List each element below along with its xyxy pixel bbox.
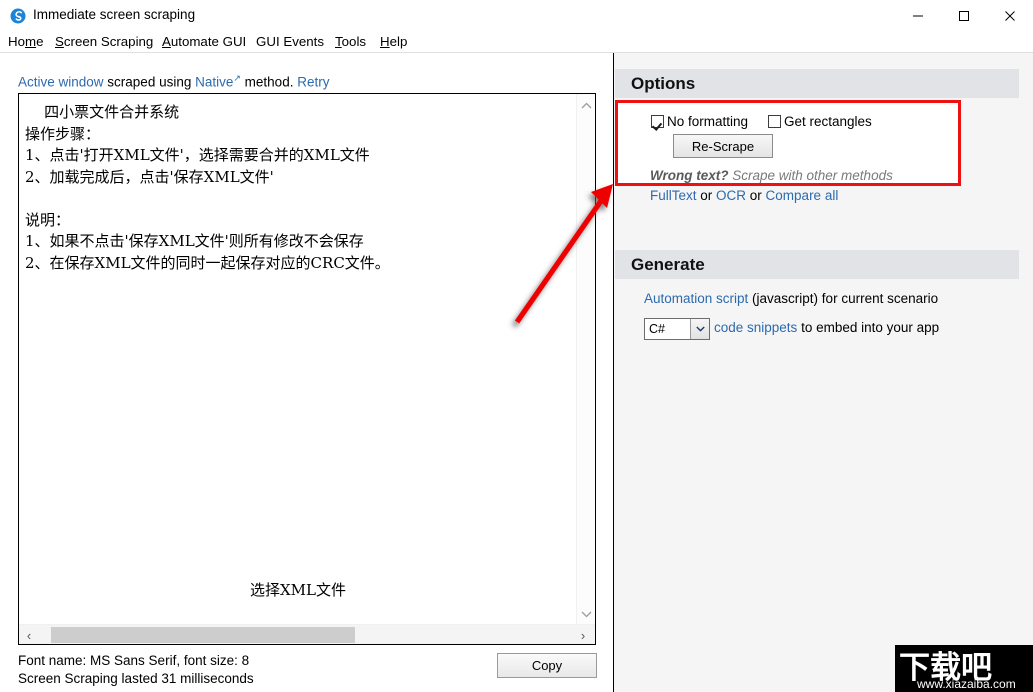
language-select-value: C#	[649, 322, 665, 336]
menu-label-pre: Ho	[8, 34, 25, 49]
menu-label-post: elp	[389, 34, 408, 49]
menu-accel: A	[162, 34, 171, 49]
duration-status: Screen Scraping lasted 31 milliseconds	[18, 671, 254, 686]
chevron-up-icon[interactable]	[577, 96, 595, 114]
automation-script-link[interactable]: Automation script	[644, 291, 748, 306]
wrong-text-hint: Wrong text? Scrape with other methods	[650, 168, 893, 183]
code-snippets-row: code snippets to embed into your app	[714, 320, 939, 335]
options-generate-pane: Options No formatting Get rectangles Re-…	[614, 53, 1033, 692]
scroll-right-icon[interactable]: ›	[573, 625, 593, 644]
automation-script-rest: (javascript) for current scenario	[748, 291, 939, 306]
window-titlebar: Immediate screen scraping	[0, 0, 1033, 31]
menu-label-post: e	[36, 34, 44, 49]
menu-accel: S	[55, 34, 64, 49]
app-logo-icon	[10, 8, 26, 24]
language-select[interactable]: C#	[644, 318, 710, 340]
active-window-link[interactable]: Active window	[18, 75, 104, 90]
scrape-info-middle: scraped using	[103, 74, 196, 90]
scrape-result-pane: Active window scraped using Native↗ meth…	[0, 53, 614, 692]
menu-accel: T	[335, 34, 342, 49]
menu-accel: m	[25, 34, 37, 49]
chevron-down-icon[interactable]	[577, 605, 595, 623]
methods-separator-1: or	[696, 188, 717, 203]
generate-section-header: Generate	[615, 250, 1019, 279]
retry-link[interactable]: Retry	[297, 75, 329, 90]
watermark-logo: 下载吧 www.xiazaiba.com	[895, 645, 1033, 692]
checkbox-unchecked-icon[interactable]	[768, 115, 781, 128]
close-icon[interactable]	[987, 0, 1033, 31]
external-link-icon: ↗	[233, 73, 241, 83]
native-method-link[interactable]: Native	[195, 75, 233, 90]
menu-label-pre: GUI Events	[256, 34, 324, 49]
horizontal-scrollbar-thumb[interactable]	[51, 627, 355, 643]
wrong-text-question: Wrong text?	[650, 168, 729, 183]
get-rectangles-label: Get rectangles	[784, 114, 872, 129]
scrape-status-line: Active window scraped using Native↗ meth…	[18, 73, 329, 90]
minimize-icon[interactable]	[895, 0, 941, 31]
compare-all-link[interactable]: Compare all	[766, 188, 839, 203]
options-section-header: Options	[615, 69, 1019, 98]
menu-item-home[interactable]: Home	[5, 33, 46, 50]
options-header-label: Options	[631, 73, 696, 93]
no-formatting-checkbox-row[interactable]: No formatting	[651, 114, 748, 129]
scraped-text-box[interactable]: 四小票文件合并系统 操作步骤： 1、点击'打开XML文件'，选择需要合并的XML…	[18, 93, 596, 645]
window-title: Immediate screen scraping	[33, 7, 196, 22]
scroll-left-icon[interactable]: ‹	[19, 625, 39, 644]
ocr-link[interactable]: OCR	[716, 188, 746, 203]
vertical-scrollbar[interactable]	[576, 94, 595, 625]
re-scrape-button[interactable]: Re-Scrape	[673, 134, 773, 158]
options-highlight-box: No formatting Get rectangles Re-Scrape W…	[615, 100, 961, 203]
alternate-methods-row: FullText or OCR or Compare all	[650, 188, 838, 203]
no-formatting-label: No formatting	[667, 114, 749, 129]
menu-item-screen-scraping[interactable]: Screen Scraping	[52, 33, 156, 50]
generate-header-label: Generate	[631, 254, 705, 274]
menubar: Home Screen Scraping Automate GUI GUI Ev…	[0, 31, 1033, 53]
methods-separator-2: or	[746, 188, 766, 203]
menu-item-automate-gui[interactable]: Automate GUI	[159, 33, 249, 50]
menu-item-tools[interactable]: Tools	[332, 33, 369, 50]
fulltext-link[interactable]: FullText	[650, 188, 697, 203]
menu-item-gui-events[interactable]: GUI Events	[253, 33, 327, 50]
menu-label-post: utomate GUI	[170, 34, 247, 49]
menu-item-help[interactable]: Help	[377, 33, 410, 50]
checkbox-checked-icon[interactable]	[651, 115, 664, 128]
scraped-text-content: 四小票文件合并系统 操作步骤： 1、点击'打开XML文件'，选择需要合并的XML…	[25, 103, 390, 272]
chevron-down-icon[interactable]	[690, 319, 709, 339]
code-snippets-link[interactable]: code snippets	[714, 320, 797, 335]
get-rectangles-checkbox-row[interactable]: Get rectangles	[768, 114, 872, 129]
horizontal-scrollbar[interactable]: ‹ ›	[19, 624, 595, 644]
menu-label-post: ools	[341, 34, 367, 49]
font-info-status: Font name: MS Sans Serif, font size: 8	[18, 653, 250, 668]
scraped-text-center-label: 选择XML文件	[250, 581, 346, 599]
menu-label-post: creen Scraping	[63, 34, 154, 49]
maximize-icon[interactable]	[941, 0, 987, 31]
wrong-text-subhint: Scrape with other methods	[728, 168, 893, 183]
code-snippets-rest: to embed into your app	[797, 320, 940, 335]
copy-button[interactable]: Copy	[497, 653, 597, 678]
automation-script-row: Automation script (javascript) for curre…	[644, 291, 938, 306]
scrape-info-after: method.	[240, 74, 298, 90]
watermark-url: www.xiazaiba.com	[917, 677, 1016, 691]
menu-accel: H	[380, 34, 390, 49]
